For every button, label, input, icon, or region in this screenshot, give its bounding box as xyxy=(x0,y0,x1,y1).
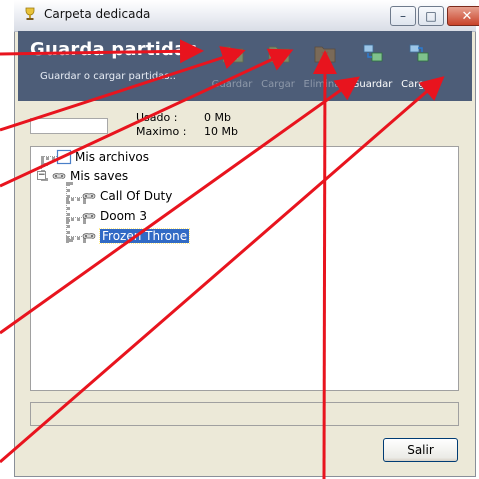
arrow-to-header-title xyxy=(0,39,204,64)
arrow-to-delete xyxy=(312,50,337,479)
arrow-to-load-network xyxy=(0,76,445,464)
annotation-arrows xyxy=(0,39,445,479)
arrow-to-tree xyxy=(0,76,360,335)
arrow-to-usage xyxy=(0,48,294,188)
